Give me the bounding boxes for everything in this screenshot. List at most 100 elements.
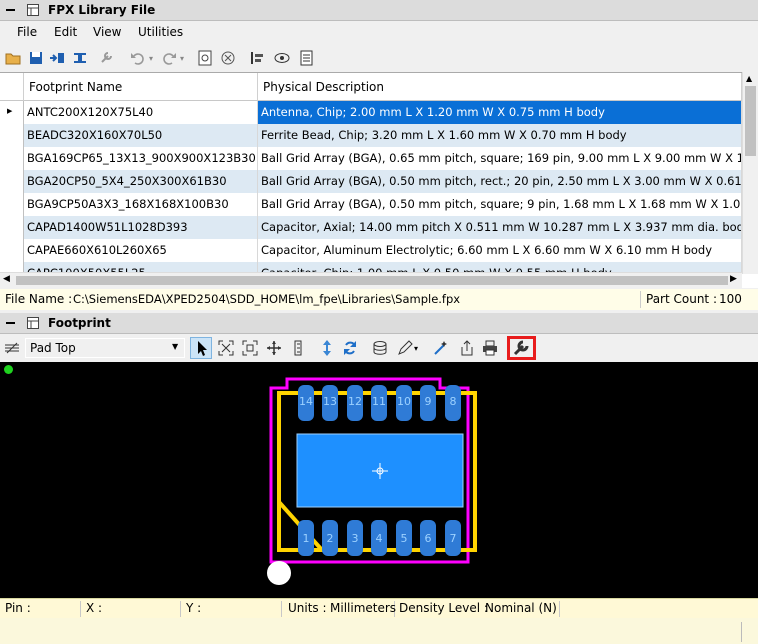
cell-footprint-name[interactable]: BGA169CP65_13X13_900X900X123B30 (24, 147, 258, 170)
pad-number: 3 (351, 532, 359, 545)
pad-number: 8 (449, 395, 457, 408)
columns-icon[interactable] (248, 49, 266, 67)
row-header[interactable] (0, 239, 24, 262)
pad-9[interactable]: 9 (420, 385, 436, 421)
export-icon[interactable] (458, 339, 476, 357)
pen-icon[interactable] (396, 339, 414, 357)
settings-wrench-button[interactable] (507, 336, 536, 360)
redo-icon[interactable] (160, 49, 178, 67)
vertical-scrollbar[interactable]: ▲ (742, 72, 758, 274)
cell-physical-description[interactable]: Ball Grid Array (BGA), 0.50 mm pitch, sq… (258, 193, 742, 216)
row-header[interactable] (0, 193, 24, 216)
h-scroll-thumb[interactable] (16, 276, 728, 285)
pad-6[interactable]: 6 (420, 520, 436, 556)
stack-icon[interactable] (371, 339, 389, 357)
table-row[interactable]: BGA20CP50_5X4_250X300X61B30 Ball Grid Arr… (0, 170, 742, 193)
col-physical-description[interactable]: Physical Description (258, 73, 742, 101)
footprint-grid: Footprint Name Physical Description ▶ ANT… (0, 72, 758, 288)
scroll-up-icon[interactable]: ▲ (746, 74, 752, 83)
cell-footprint-name[interactable]: BGA20CP50_5X4_250X300X61B30 (24, 170, 258, 193)
minimize-icon[interactable] (6, 322, 15, 324)
merge-icon[interactable] (71, 49, 89, 67)
pad-2[interactable]: 2 (322, 520, 338, 556)
pad-10[interactable]: 10 (396, 385, 412, 421)
cancel-icon[interactable] (219, 49, 237, 67)
scroll-thumb[interactable] (745, 86, 756, 156)
pad-11[interactable]: 11 (371, 385, 387, 421)
cell-physical-description[interactable]: Ferrite Bead, Chip; 3.20 mm L X 1.60 mm … (258, 124, 742, 147)
menu-view[interactable]: View (93, 25, 121, 39)
cell-physical-description[interactable]: Capacitor, Aluminum Electrolytic; 6.60 m… (258, 239, 742, 262)
print-icon[interactable] (481, 339, 499, 357)
pad-3[interactable]: 3 (347, 520, 363, 556)
row-header[interactable] (0, 170, 24, 193)
table-row[interactable]: BGA169CP65_13X13_900X900X123B30 Ball Grid… (0, 147, 742, 170)
cell-footprint-name[interactable]: CAPAD1400W51L1028D393 (24, 216, 258, 239)
menu-utilities[interactable]: Utilities (138, 25, 183, 39)
measure-icon[interactable] (289, 339, 307, 357)
row-header[interactable] (0, 124, 24, 147)
menu-edit[interactable]: Edit (54, 25, 77, 39)
cell-physical-description[interactable]: Ball Grid Array (BGA), 0.50 mm pitch, re… (258, 170, 742, 193)
grid-icon (27, 317, 39, 332)
pad-number: 13 (323, 395, 337, 408)
undo-icon[interactable] (129, 49, 147, 67)
cell-physical-description[interactable]: Ball Grid Array (BGA), 0.65 mm pitch, sq… (258, 147, 742, 170)
pad-5[interactable]: 5 (396, 520, 412, 556)
eye-icon[interactable] (273, 49, 291, 67)
save-icon[interactable] (27, 49, 45, 67)
row-header[interactable] (0, 216, 24, 239)
minimize-icon[interactable] (6, 9, 15, 11)
chevron-down-icon[interactable]: ▼ (172, 342, 178, 351)
pad-12[interactable]: 12 (347, 385, 363, 421)
row-header[interactable]: ▶ (0, 101, 24, 124)
open-folder-icon[interactable] (4, 49, 22, 67)
document-icon[interactable] (297, 49, 315, 67)
menu-bar: File Edit View Utilities (0, 22, 758, 44)
horizontal-scrollbar[interactable]: ◀ ▶ (0, 272, 742, 288)
table-row[interactable]: CAPAD1400W51L1028D393 Capacitor, Axial; 1… (0, 216, 742, 239)
cell-footprint-name[interactable]: BEADC320X160X70L50 (24, 124, 258, 147)
current-row-icon: ▶ (7, 107, 13, 115)
pad-1[interactable]: 1 (298, 520, 314, 556)
table-row[interactable]: CAPAE660X610L260X65 Capacitor, Aluminum E… (0, 239, 742, 262)
table-row[interactable]: ▶ ANTC200X120X75L40 Antenna, Chip; 2.00 mm… (0, 101, 742, 124)
footprint-canvas[interactable]: 14 13 12 11 10 9 8 1234567 (0, 362, 758, 598)
menu-file[interactable]: File (17, 25, 37, 39)
move-icon[interactable] (265, 339, 283, 357)
cell-physical-description[interactable]: Capacitor, Axial; 14.00 mm pitch X 0.511… (258, 216, 742, 239)
find-icon[interactable] (196, 49, 214, 67)
table-row[interactable]: BGA9CP50A3X3_168X168X100B30 Ball Grid Arr… (0, 193, 742, 216)
pad-13[interactable]: 13 (322, 385, 338, 421)
x-section: X : (81, 601, 181, 617)
pen-dropdown-icon[interactable]: ▾ (414, 344, 418, 353)
select-tool-button[interactable] (190, 337, 212, 359)
pad-8[interactable]: 8 (445, 385, 461, 421)
pad-number: 5 (400, 532, 408, 545)
table-row[interactable]: BEADC320X160X70L50 Ferrite Bead, Chip; 3.… (0, 124, 742, 147)
redo-dropdown-icon[interactable]: ▾ (180, 54, 184, 63)
cell-footprint-name[interactable]: CAPAE660X610L260X65 (24, 239, 258, 262)
scroll-right-icon[interactable]: ▶ (730, 274, 737, 284)
cell-footprint-name[interactable]: ANTC200X120X75L40 (24, 101, 258, 124)
cell-physical-description[interactable]: Antenna, Chip; 2.00 mm L X 1.20 mm W X 0… (258, 101, 742, 124)
fit-board-icon[interactable] (241, 339, 259, 357)
vertical-arrows-icon[interactable] (318, 339, 336, 357)
cell-footprint-name[interactable]: BGA9CP50A3X3_168X168X100B30 (24, 193, 258, 216)
row-header[interactable] (0, 147, 24, 170)
refresh-icon[interactable] (341, 339, 359, 357)
layers-icon[interactable] (3, 339, 21, 357)
undo-dropdown-icon[interactable]: ▾ (149, 54, 153, 63)
scroll-left-icon[interactable]: ◀ (3, 274, 10, 284)
col-footprint-name[interactable]: Footprint Name (24, 73, 258, 101)
divider (741, 622, 742, 642)
layer-select[interactable]: Pad Top ▼ (25, 338, 185, 358)
wrench-gray-icon[interactable] (97, 49, 115, 67)
pad-7[interactable]: 7 (445, 520, 461, 556)
part-count-value: 100 (719, 292, 742, 306)
wizard-icon[interactable] (432, 339, 450, 357)
fit-all-icon[interactable] (217, 339, 235, 357)
import-export-icon[interactable] (48, 49, 66, 67)
pad-14[interactable]: 14 (298, 385, 314, 421)
pad-4[interactable]: 4 (371, 520, 387, 556)
